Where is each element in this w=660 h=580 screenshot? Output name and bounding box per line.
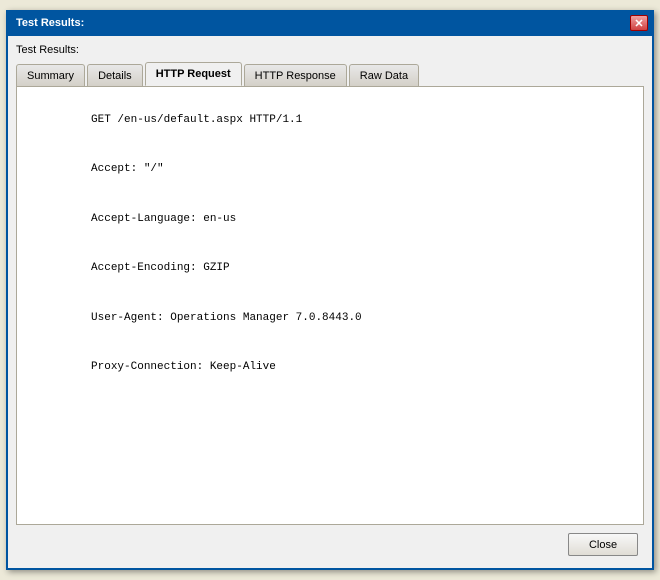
close-button[interactable]: Close — [568, 533, 638, 556]
tab-content-area: GET /en-us/default.aspx HTTP/1.1 Accept:… — [16, 86, 644, 525]
http-line-6: Proxy-Connection: Keep-Alive — [91, 361, 276, 373]
http-request-content: GET /en-us/default.aspx HTTP/1.1 Accept:… — [25, 95, 635, 392]
title-bar-text: Test Results: — [16, 17, 84, 29]
content-scroll[interactable]: GET /en-us/default.aspx HTTP/1.1 Accept:… — [17, 87, 643, 524]
tab-summary[interactable]: Summary — [16, 64, 85, 86]
dialog-footer: Close — [16, 525, 644, 560]
title-bar: Test Results: ✕ — [8, 12, 652, 34]
http-line-1: GET /en-us/default.aspx HTTP/1.1 — [91, 114, 302, 126]
tab-details[interactable]: Details — [87, 64, 143, 86]
http-line-4: Accept-Encoding: GZIP — [91, 262, 230, 274]
title-bar-close-button[interactable]: ✕ — [630, 15, 648, 31]
dialog-inner: Test Results: Summary Details HTTP Reque… — [8, 36, 652, 568]
tab-raw-data[interactable]: Raw Data — [349, 64, 419, 86]
http-line-3: Accept-Language: en-us — [91, 213, 236, 225]
tab-http-response[interactable]: HTTP Response — [244, 64, 347, 86]
tab-bar: Summary Details HTTP Request HTTP Respon… — [16, 62, 644, 86]
test-results-dialog: Test Results: ✕ Test Results: Summary De… — [6, 10, 654, 570]
dialog-label: Test Results: — [16, 44, 644, 56]
tab-http-request[interactable]: HTTP Request — [145, 62, 242, 86]
http-line-2: Accept: "/" — [91, 163, 164, 175]
http-line-5: User-Agent: Operations Manager 7.0.8443.… — [91, 312, 362, 324]
